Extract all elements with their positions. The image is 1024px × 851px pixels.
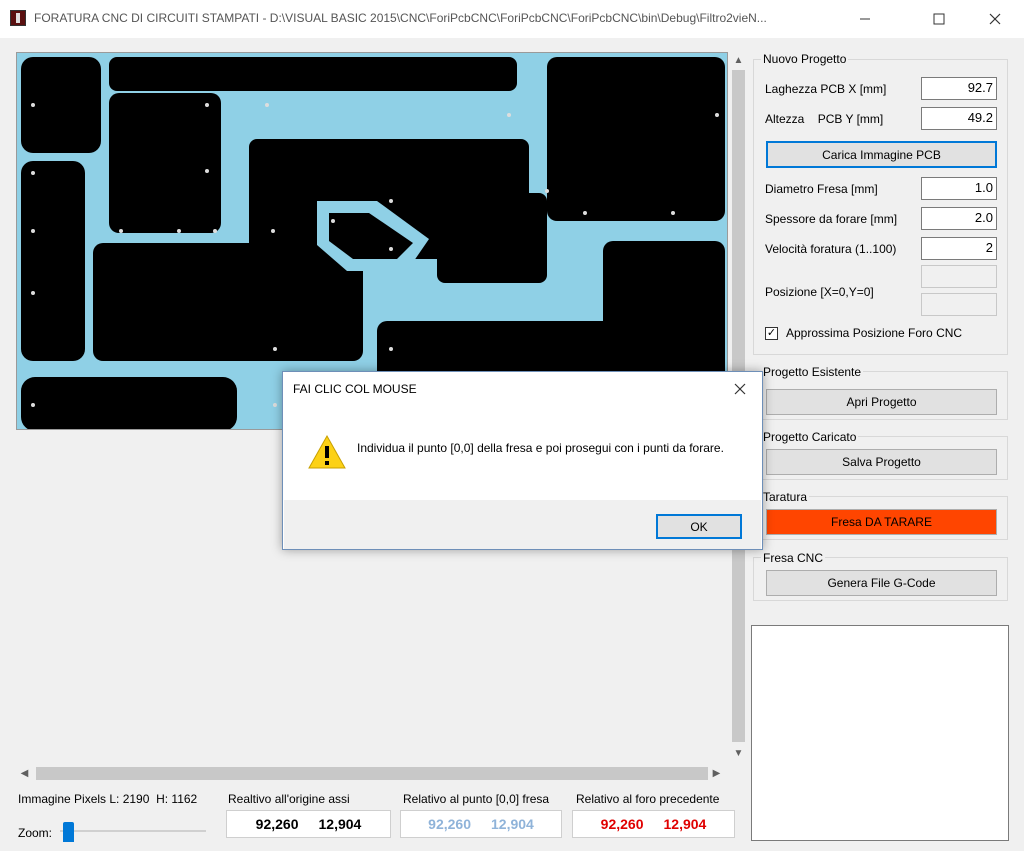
app-icon <box>10 10 26 26</box>
point-y-value: 12,904 <box>491 816 534 832</box>
origin-x-value: 92,260 <box>255 816 299 832</box>
drill-speed-label: Velocità foratura (1..100) <box>765 242 897 256</box>
thickness-input[interactable]: 2.0 <box>921 207 997 230</box>
zoom-label: Zoom: <box>18 826 53 840</box>
dialog-message: Individua il punto [0,0] della fresa e p… <box>357 441 724 455</box>
approx-position-checkbox[interactable]: ✓ <box>765 327 778 340</box>
warning-icon <box>308 434 346 469</box>
previous-x-value: 92,260 <box>600 816 644 832</box>
minimize-button[interactable] <box>842 0 888 38</box>
pcb-copper-area <box>547 57 725 221</box>
generate-gcode-button[interactable]: Genera File G-Code <box>766 570 997 596</box>
calibrate-cutter-button[interactable]: Fresa DA TARARE <box>766 509 997 535</box>
message-dialog: FAI CLIC COL MOUSE Individua il punto [0… <box>282 371 763 550</box>
point-coords-box: 92,260 12,904 <box>400 810 562 838</box>
thickness-label: Spessore da forare [mm] <box>765 212 898 226</box>
calibration-legend: Taratura <box>761 490 810 504</box>
pcb-copper-area <box>437 193 547 283</box>
loaded-project-legend: Progetto Caricato <box>761 430 859 444</box>
close-button[interactable] <box>972 0 1018 38</box>
output-textbox[interactable] <box>751 625 1009 841</box>
pcb-height-label: Altezza PCB Y [mm] <box>765 112 884 126</box>
drill-speed-input[interactable]: 2 <box>921 237 997 260</box>
scroll-left-icon[interactable]: ◀ <box>16 765 33 782</box>
pcb-copper-area <box>21 377 237 429</box>
cutter-diameter-label: Diametro Fresa [mm] <box>765 182 878 196</box>
point-coords-label: Relativo al punto [0,0] fresa <box>403 792 550 806</box>
ok-button[interactable]: OK <box>656 514 742 539</box>
scroll-up-icon[interactable]: ▲ <box>730 52 747 69</box>
pcb-height-input[interactable]: 49.2 <box>921 107 997 130</box>
position-y-field <box>921 293 997 316</box>
zoom-slider-track[interactable] <box>60 830 206 832</box>
minimize-icon <box>860 18 870 20</box>
origin-coords-box: 92,260 12,904 <box>226 810 391 838</box>
pcb-copper-area <box>603 241 725 371</box>
previous-y-value: 12,904 <box>663 816 707 832</box>
position-label: Posizione [X=0,Y=0] <box>765 285 874 299</box>
zoom-slider-thumb[interactable] <box>63 822 74 842</box>
maximize-icon <box>933 13 945 25</box>
horizontal-scroll-thumb[interactable] <box>36 767 708 780</box>
origin-y-value: 12,904 <box>318 816 362 832</box>
approx-position-label: Approssima Posizione Foro CNC <box>786 326 963 340</box>
pcb-copper-area <box>109 57 517 91</box>
save-project-button[interactable]: Salva Progetto <box>766 449 997 475</box>
dialog-close-button[interactable] <box>719 372 761 406</box>
title-bar: FORATURA CNC DI CIRCUITI STAMPATI - D:\V… <box>0 0 1024 38</box>
load-pcb-image-button[interactable]: Carica Immagine PCB <box>766 141 997 168</box>
existing-project-legend: Progetto Esistente <box>761 365 864 379</box>
dialog-title: FAI CLIC COL MOUSE <box>293 382 417 396</box>
pcb-copper-area <box>21 161 85 361</box>
cnc-legend: Fresa CNC <box>761 551 826 565</box>
cutter-diameter-input[interactable]: 1.0 <box>921 177 997 200</box>
previous-coords-label: Relativo al foro precedente <box>576 792 720 806</box>
previous-coords-box: 92,260 12,904 <box>572 810 735 838</box>
open-project-button[interactable]: Apri Progetto <box>766 389 997 415</box>
window-title: FORATURA CNC DI CIRCUITI STAMPATI - D:\V… <box>34 11 767 25</box>
position-x-field <box>921 265 997 288</box>
point-x-value: 92,260 <box>428 816 471 832</box>
check-icon: ✓ <box>766 327 777 339</box>
close-icon <box>989 13 1001 25</box>
scroll-down-icon[interactable]: ▼ <box>730 745 747 762</box>
pcb-width-input[interactable]: 92.7 <box>921 77 997 100</box>
pcb-copper-area <box>109 93 221 233</box>
origin-coords-label: Realtivo all'origine assi <box>228 792 350 806</box>
scroll-right-icon[interactable]: ▶ <box>708 765 725 782</box>
pcb-width-label: Laghezza PCB X [mm] <box>765 82 887 96</box>
pcb-copper-area <box>93 243 363 361</box>
image-pixels-label: Immagine Pixels L: 2190 H: 1162 <box>18 792 198 806</box>
maximize-button[interactable] <box>916 0 962 38</box>
close-icon <box>734 383 746 395</box>
new-project-legend: Nuovo Progetto <box>761 52 849 66</box>
